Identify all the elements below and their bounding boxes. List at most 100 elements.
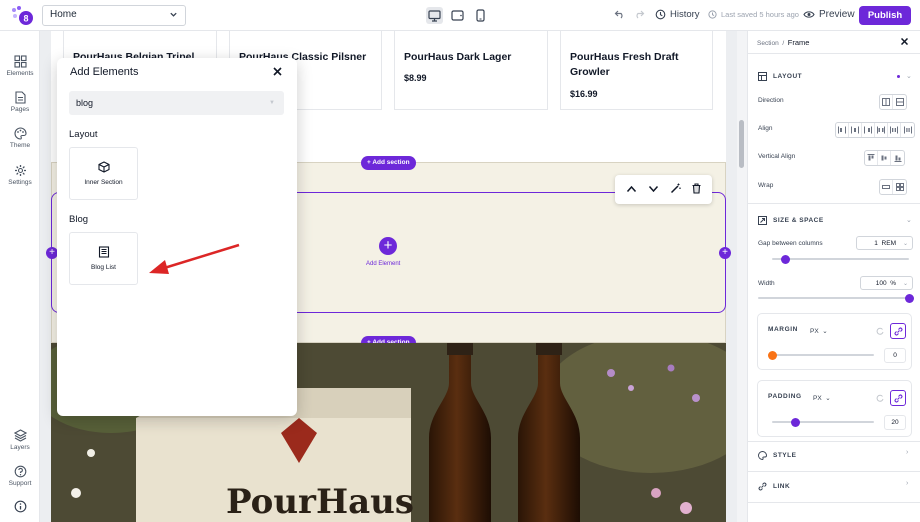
preview-button[interactable]: Preview — [803, 9, 855, 20]
margin-unit-select[interactable]: PX ⌄ — [810, 327, 828, 335]
grid-icon — [13, 55, 27, 68]
app-logo[interactable]: 8 — [10, 5, 34, 27]
nav-layers[interactable]: Layers — [0, 429, 40, 451]
padding-slider-thumb[interactable] — [790, 417, 800, 427]
canvas-scrollbar[interactable] — [737, 31, 747, 522]
redo-icon — [636, 10, 645, 19]
direction-column-button[interactable] — [893, 95, 906, 109]
padding-value-input[interactable]: 20 — [884, 415, 906, 430]
save-status: Last saved 5 hours ago — [708, 10, 799, 19]
publish-button[interactable]: Publish — [859, 6, 911, 25]
add-element-label: Add Element — [366, 261, 401, 267]
save-status-text: Last saved 5 hours ago — [721, 10, 799, 19]
panel-close-button[interactable] — [900, 37, 909, 47]
margin-slider-thumb[interactable] — [767, 350, 777, 360]
padding-unit-select[interactable]: PX ⌄ — [813, 394, 831, 402]
nav-support[interactable]: Support — [0, 465, 40, 487]
breadcrumb-current: Frame — [787, 38, 810, 47]
mobile-view-button[interactable] — [472, 7, 489, 24]
add-section-button[interactable]: + Add section — [361, 156, 416, 170]
tablet-view-button[interactable] — [449, 7, 466, 24]
layout-section-header[interactable]: LAYOUT — [758, 72, 802, 81]
blog-list-tile[interactable]: Blog List — [69, 232, 138, 285]
size-space-section-header[interactable]: SIZE & SPACE — [758, 216, 824, 225]
canvas-scroll-thumb[interactable] — [739, 120, 744, 168]
magic-wand-button[interactable] — [670, 183, 681, 197]
history-button[interactable]: History — [655, 9, 700, 20]
width-input[interactable]: 100 % ⌄ — [860, 276, 913, 290]
valign-bottom-button[interactable] — [891, 151, 904, 165]
chevron-down-icon: ⌄ — [902, 240, 908, 247]
chevron-right-icon[interactable]: › — [906, 449, 908, 456]
direction-label: Direction — [758, 97, 784, 104]
desktop-view-button[interactable] — [426, 7, 443, 24]
align-between-button[interactable] — [875, 123, 888, 137]
product-name: PourHaus Fresh Draft Growler — [570, 51, 679, 78]
direction-toggle — [879, 94, 907, 110]
margin-value-input[interactable]: 0 — [884, 348, 906, 363]
width-slider-thumb[interactable] — [904, 293, 914, 303]
undo-button[interactable] — [614, 9, 625, 22]
clock-icon — [708, 10, 717, 19]
nav-settings[interactable]: Settings — [0, 164, 40, 186]
nav-theme[interactable]: Theme — [0, 127, 40, 149]
svg-text:8: 8 — [23, 14, 28, 24]
width-slider-track[interactable] — [758, 297, 909, 299]
history-label: History — [670, 9, 700, 20]
padding-link-button[interactable] — [890, 390, 906, 406]
align-around-button[interactable] — [888, 123, 901, 137]
reset-icon[interactable] — [876, 327, 884, 335]
wrap-button[interactable] — [893, 180, 906, 194]
product-price: $8.99 — [404, 73, 427, 83]
product-card[interactable]: PourHaus Dark Lager $8.99 — [394, 31, 548, 110]
chevron-right-icon[interactable]: › — [906, 480, 908, 487]
gap-slider-track[interactable] — [772, 258, 909, 260]
palette-icon — [758, 451, 767, 460]
gap-slider-thumb[interactable] — [781, 254, 791, 264]
add-elements-modal: Add Elements ▼ Layout Inner Section Blog… — [57, 58, 297, 416]
page-select[interactable]: Home — [42, 5, 186, 26]
move-down-button[interactable] — [648, 184, 659, 196]
modal-close-button[interactable] — [273, 65, 282, 79]
direction-row-button[interactable] — [880, 95, 893, 109]
info-button[interactable] — [0, 500, 40, 515]
gap-label: Gap between columns — [758, 240, 823, 247]
chevron-down-icon[interactable]: ⌄ — [906, 72, 912, 80]
palette-icon — [14, 127, 27, 140]
chevron-down-icon[interactable]: ⌄ — [906, 216, 912, 224]
element-search-input[interactable] — [69, 91, 284, 115]
align-end-button[interactable] — [862, 123, 875, 137]
margin-link-button[interactable] — [890, 323, 906, 339]
nav-elements[interactable]: Elements — [0, 55, 40, 77]
align-start-button[interactable] — [836, 123, 849, 137]
resize-icon — [758, 216, 767, 225]
padding-box: PADDING PX ⌄ 20 — [757, 380, 912, 437]
nowrap-button[interactable] — [880, 180, 893, 194]
breadcrumb-parent[interactable]: Section — [757, 40, 779, 47]
margin-slider-track[interactable] — [772, 354, 874, 356]
nav-pages[interactable]: Pages — [0, 91, 40, 113]
valign-middle-button[interactable] — [878, 151, 891, 165]
width-label: Width — [758, 280, 775, 287]
align-center-button[interactable] — [849, 123, 862, 137]
link-section-header[interactable]: LINK — [758, 482, 790, 491]
redo-button[interactable] — [634, 9, 645, 22]
gap-input[interactable]: 1 REM ⌄ — [856, 236, 913, 250]
style-section-header[interactable]: STYLE — [758, 451, 796, 460]
move-up-button[interactable] — [626, 184, 637, 196]
breadcrumb: Section / Frame — [757, 38, 809, 47]
delete-button[interactable] — [692, 182, 701, 197]
link-icon — [758, 482, 767, 491]
chevron-up-icon — [626, 185, 636, 192]
align-evenly-button[interactable] — [901, 123, 914, 137]
add-element-button[interactable]: + — [379, 237, 397, 255]
valign-top-button[interactable] — [865, 151, 878, 165]
align-label: Align — [758, 125, 773, 132]
padding-slider-track[interactable] — [772, 421, 874, 423]
inner-section-tile[interactable]: Inner Section — [69, 147, 138, 200]
product-card[interactable]: PourHaus Fresh Draft Growler $16.99 — [560, 31, 713, 110]
reset-icon[interactable] — [876, 394, 884, 402]
vertical-align-toggle — [864, 150, 905, 166]
add-right-button[interactable]: + — [719, 247, 731, 259]
tile-label: Inner Section — [84, 179, 123, 186]
